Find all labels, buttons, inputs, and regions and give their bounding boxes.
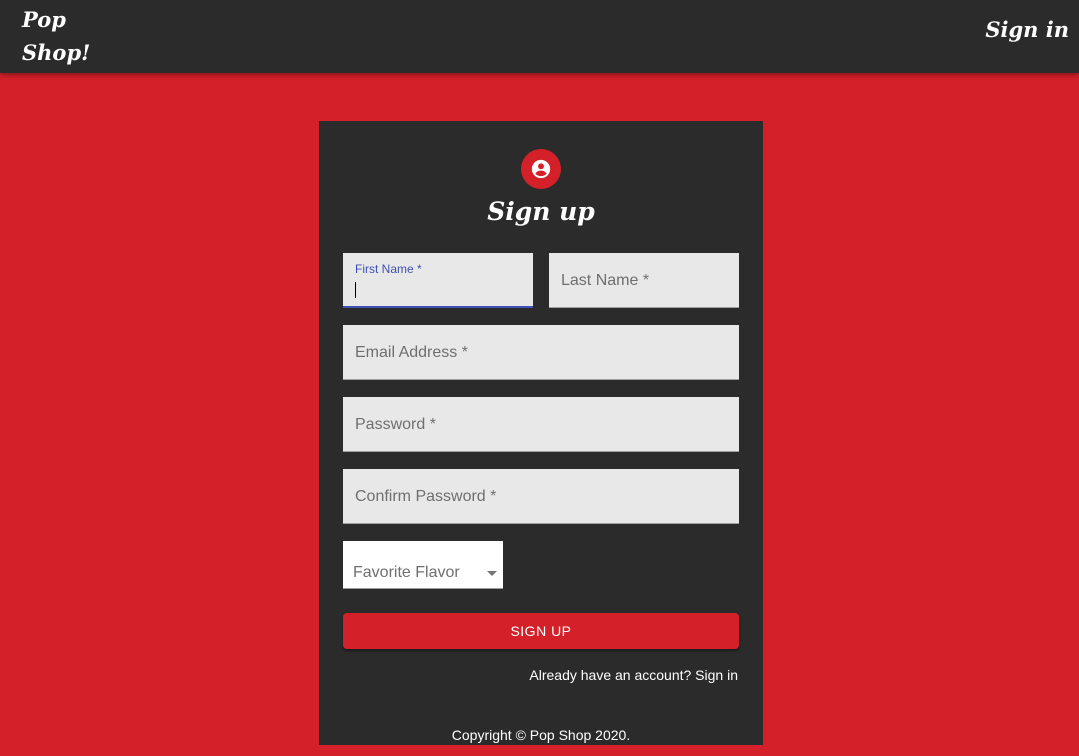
header-signin-link[interactable]: Sign in [985,17,1069,42]
signup-card: Sign up First Name * Last Name * Email A… [319,121,763,745]
password-field[interactable]: Password * [343,397,739,452]
text-caret [355,282,356,298]
account-circle-icon [521,149,561,189]
brand-logo[interactable]: Pop Shop! [22,3,90,69]
email-field[interactable]: Email Address * [343,325,739,380]
signup-button[interactable]: SIGN UP [343,613,739,649]
brand-line-2: Shop! [22,40,91,65]
signin-prompt-link[interactable]: Already have an account? Sign in [529,667,738,683]
favorite-flavor-select[interactable]: Favorite Flavor [343,541,503,589]
password-placeholder: Password * [355,416,436,433]
top-app-bar: Pop Shop! Sign in [0,0,1079,73]
page-title: Sign up [487,197,595,226]
confirm-password-field[interactable]: Confirm Password * [343,469,739,524]
email-placeholder: Email Address * [355,344,468,361]
last-name-placeholder: Last Name * [561,272,650,289]
last-name-field[interactable]: Last Name * [549,253,739,308]
confirm-password-placeholder: Confirm Password * [355,488,497,505]
first-name-label: First Name * [355,262,422,276]
brand-line-1: Pop [22,7,66,32]
dropdown-arrow-icon [487,571,497,576]
first-name-field[interactable]: First Name * [343,253,533,308]
favorite-flavor-value: Favorite Flavor [353,564,460,581]
copyright-text: Copyright © Pop Shop 2020. [451,727,631,743]
